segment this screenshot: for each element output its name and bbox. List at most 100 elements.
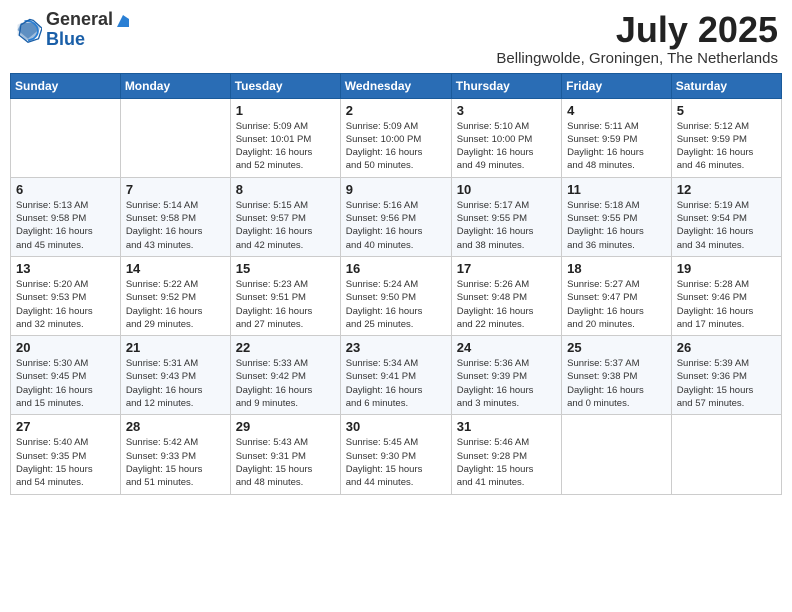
col-header-friday: Friday (562, 73, 672, 98)
location-subtitle: Bellingwolde, Groningen, The Netherlands (496, 50, 778, 67)
calendar-cell: 22Sunrise: 5:33 AM Sunset: 9:42 PM Dayli… (230, 336, 340, 415)
day-info: Sunrise: 5:34 AM Sunset: 9:41 PM Dayligh… (346, 357, 446, 410)
day-info: Sunrise: 5:43 AM Sunset: 9:31 PM Dayligh… (236, 436, 335, 489)
day-number: 18 (567, 261, 666, 276)
day-info: Sunrise: 5:26 AM Sunset: 9:48 PM Dayligh… (457, 278, 556, 331)
calendar-cell: 2Sunrise: 5:09 AM Sunset: 10:00 PM Dayli… (340, 98, 451, 177)
day-number: 28 (126, 419, 225, 434)
day-number: 13 (16, 261, 115, 276)
calendar-cell: 1Sunrise: 5:09 AM Sunset: 10:01 PM Dayli… (230, 98, 340, 177)
calendar-cell: 17 Sunrise: 5:26 AM Sunset: 9:48 PM Dayli… (451, 256, 561, 335)
calendar-cell: 27 Sunrise: 5:40 AM Sunset: 9:35 PM Dayli… (11, 415, 121, 494)
day-info: Sunrise: 5:10 AM Sunset: 10:00 PM Daylig… (457, 120, 556, 173)
calendar-header-row: SundayMondayTuesdayWednesdayThursdayFrid… (11, 73, 782, 98)
logo: General Blue (14, 10, 133, 50)
day-number: 26 (677, 340, 776, 355)
calendar-cell: 31 Sunrise: 5:46 AM Sunset: 9:28 PM Dayli… (451, 415, 561, 494)
calendar-cell: 21Sunrise: 5:31 AM Sunset: 9:43 PM Dayli… (120, 336, 230, 415)
day-info: Sunrise: 5:46 AM Sunset: 9:28 PM Dayligh… (457, 436, 556, 489)
calendar-cell (11, 98, 121, 177)
title-block: July 2025 Bellingwolde, Groningen, The N… (496, 10, 778, 67)
day-number: 2 (346, 103, 446, 118)
day-info: Sunrise: 5:30 AM Sunset: 9:45 PM Dayligh… (16, 357, 115, 410)
calendar-week-row: 6 Sunrise: 5:13 AM Sunset: 9:58 PM Daylig… (11, 177, 782, 256)
day-info: Sunrise: 5:14 AM Sunset: 9:58 PM Dayligh… (126, 199, 225, 252)
day-number: 30 (346, 419, 446, 434)
col-header-thursday: Thursday (451, 73, 561, 98)
day-info: Sunrise: 5:11 AM Sunset: 9:59 PM Dayligh… (567, 120, 666, 173)
day-number: 29 (236, 419, 335, 434)
calendar-cell: 12 Sunrise: 5:19 AM Sunset: 9:54 PM Dayli… (671, 177, 781, 256)
day-number: 25 (567, 340, 666, 355)
calendar-table: SundayMondayTuesdayWednesdayThursdayFrid… (10, 73, 782, 495)
col-header-sunday: Sunday (11, 73, 121, 98)
calendar-cell: 6 Sunrise: 5:13 AM Sunset: 9:58 PM Daylig… (11, 177, 121, 256)
day-number: 8 (236, 182, 335, 197)
calendar-cell: 25 Sunrise: 5:37 AM Sunset: 9:38 PM Dayli… (562, 336, 672, 415)
day-number: 12 (677, 182, 776, 197)
day-number: 27 (16, 419, 115, 434)
calendar-cell: 3 Sunrise: 5:10 AM Sunset: 10:00 PM Dayli… (451, 98, 561, 177)
calendar-cell: 8Sunrise: 5:15 AM Sunset: 9:57 PM Daylig… (230, 177, 340, 256)
calendar-cell (671, 415, 781, 494)
day-info: Sunrise: 5:37 AM Sunset: 9:38 PM Dayligh… (567, 357, 666, 410)
day-number: 24 (457, 340, 556, 355)
day-info: Sunrise: 5:31 AM Sunset: 9:43 PM Dayligh… (126, 357, 225, 410)
day-info: Sunrise: 5:13 AM Sunset: 9:58 PM Dayligh… (16, 199, 115, 252)
col-header-monday: Monday (120, 73, 230, 98)
day-info: Sunrise: 5:22 AM Sunset: 9:52 PM Dayligh… (126, 278, 225, 331)
day-number: 23 (346, 340, 446, 355)
day-info: Sunrise: 5:28 AM Sunset: 9:46 PM Dayligh… (677, 278, 776, 331)
calendar-cell: 18Sunrise: 5:27 AM Sunset: 9:47 PM Dayli… (562, 256, 672, 335)
day-info: Sunrise: 5:36 AM Sunset: 9:39 PM Dayligh… (457, 357, 556, 410)
page-header: General Blue July 2025 Bellingwolde, Gro… (10, 10, 782, 67)
calendar-cell (120, 98, 230, 177)
calendar-week-row: 1Sunrise: 5:09 AM Sunset: 10:01 PM Dayli… (11, 98, 782, 177)
calendar-cell (562, 415, 672, 494)
calendar-cell: 15Sunrise: 5:23 AM Sunset: 9:51 PM Dayli… (230, 256, 340, 335)
day-info: Sunrise: 5:40 AM Sunset: 9:35 PM Dayligh… (16, 436, 115, 489)
calendar-cell: 5 Sunrise: 5:12 AM Sunset: 9:59 PM Daylig… (671, 98, 781, 177)
day-number: 15 (236, 261, 335, 276)
calendar-cell: 16Sunrise: 5:24 AM Sunset: 9:50 PM Dayli… (340, 256, 451, 335)
day-number: 14 (126, 261, 225, 276)
day-number: 5 (677, 103, 776, 118)
day-number: 17 (457, 261, 556, 276)
day-number: 11 (567, 182, 666, 197)
day-info: Sunrise: 5:19 AM Sunset: 9:54 PM Dayligh… (677, 199, 776, 252)
col-header-tuesday: Tuesday (230, 73, 340, 98)
logo-blue: Blue (46, 30, 133, 50)
logo-shape (113, 12, 133, 30)
calendar-cell: 4 Sunrise: 5:11 AM Sunset: 9:59 PM Daylig… (562, 98, 672, 177)
logo-icon (14, 16, 42, 44)
day-number: 7 (126, 182, 225, 197)
calendar-cell: 30 Sunrise: 5:45 AM Sunset: 9:30 PM Dayli… (340, 415, 451, 494)
logo-text: General Blue (46, 10, 133, 50)
day-number: 19 (677, 261, 776, 276)
calendar-cell: 26 Sunrise: 5:39 AM Sunset: 9:36 PM Dayli… (671, 336, 781, 415)
col-header-wednesday: Wednesday (340, 73, 451, 98)
calendar-cell: 29 Sunrise: 5:43 AM Sunset: 9:31 PM Dayli… (230, 415, 340, 494)
day-info: Sunrise: 5:20 AM Sunset: 9:53 PM Dayligh… (16, 278, 115, 331)
day-info: Sunrise: 5:17 AM Sunset: 9:55 PM Dayligh… (457, 199, 556, 252)
day-info: Sunrise: 5:42 AM Sunset: 9:33 PM Dayligh… (126, 436, 225, 489)
calendar-week-row: 13 Sunrise: 5:20 AM Sunset: 9:53 PM Dayli… (11, 256, 782, 335)
day-info: Sunrise: 5:39 AM Sunset: 9:36 PM Dayligh… (677, 357, 776, 410)
day-number: 4 (567, 103, 666, 118)
calendar-cell: 11Sunrise: 5:18 AM Sunset: 9:55 PM Dayli… (562, 177, 672, 256)
day-number: 10 (457, 182, 556, 197)
calendar-cell: 9Sunrise: 5:16 AM Sunset: 9:56 PM Daylig… (340, 177, 451, 256)
day-number: 20 (16, 340, 115, 355)
day-number: 31 (457, 419, 556, 434)
col-header-saturday: Saturday (671, 73, 781, 98)
day-number: 3 (457, 103, 556, 118)
calendar-week-row: 20 Sunrise: 5:30 AM Sunset: 9:45 PM Dayli… (11, 336, 782, 415)
calendar-cell: 23 Sunrise: 5:34 AM Sunset: 9:41 PM Dayli… (340, 336, 451, 415)
day-info: Sunrise: 5:33 AM Sunset: 9:42 PM Dayligh… (236, 357, 335, 410)
day-info: Sunrise: 5:45 AM Sunset: 9:30 PM Dayligh… (346, 436, 446, 489)
day-number: 1 (236, 103, 335, 118)
calendar-cell: 7 Sunrise: 5:14 AM Sunset: 9:58 PM Daylig… (120, 177, 230, 256)
calendar-cell: 19 Sunrise: 5:28 AM Sunset: 9:46 PM Dayli… (671, 256, 781, 335)
day-info: Sunrise: 5:12 AM Sunset: 9:59 PM Dayligh… (677, 120, 776, 173)
day-number: 6 (16, 182, 115, 197)
